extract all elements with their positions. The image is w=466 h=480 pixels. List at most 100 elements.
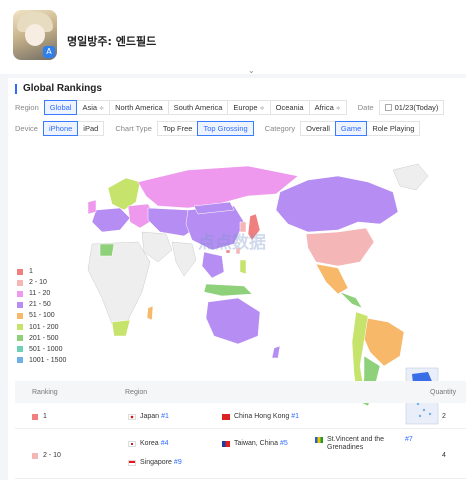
date-picker[interactable]: 01/23(Today) [378,100,445,115]
map-mexico[interactable] [315,263,349,295]
region-option-asia[interactable]: Asia ≑ [76,100,111,115]
caret-icon: ≑ [335,106,341,112]
map-philippines[interactable] [239,259,247,275]
column-header-quantity: Quantity [430,389,457,396]
region-name: Taiwan, China [234,440,278,447]
app-icon-face [25,24,45,46]
rank-value: 1 [43,413,47,420]
map-africa[interactable] [87,241,151,325]
watermark: 点点数据 [198,233,266,253]
map-usa[interactable] [305,227,375,267]
korea-flag-icon [128,440,136,447]
japan-flag-icon [128,413,136,420]
taiwan-flag-icon [222,440,230,447]
legend-label: 51 - 100 [29,312,55,320]
map-madagascar[interactable] [146,305,154,321]
map-west-europe[interactable] [91,207,131,233]
region-entry[interactable]: Korea #4 [128,440,168,447]
device-option-ipad[interactable]: iPad [77,121,105,136]
app-name: 명일방주: 엔드필드 [67,35,157,48]
map-greenland[interactable] [392,163,429,191]
legend-label: 11 - 20 [29,290,51,298]
legend-item[interactable]: 2 - 10 [17,277,66,288]
table-row: 2 - 10 Korea #4 Taiwan, China #5 St.Vinc… [15,431,466,479]
app-icon[interactable]: A [13,10,57,60]
map-central-america[interactable] [339,291,363,309]
map-australia[interactable] [205,297,261,345]
legend-swatch [17,312,23,319]
rank-cell: 1 [32,413,47,420]
legend-label: 101 - 200 [29,323,59,331]
legend-swatch [17,301,23,308]
quantity-cell: 4 [442,452,446,459]
rank-swatch [32,452,38,459]
map-new-zealand[interactable] [271,345,281,359]
map-canada[interactable] [275,175,399,233]
region-option-europe[interactable]: Europe ≑ [227,100,271,115]
region-entry[interactable]: Singapore #9 [128,459,182,466]
category-game[interactable]: Game [334,121,368,136]
device-filter-row: Device iPhone iPad Chart Type Top Free T… [15,121,421,136]
legend-swatch [17,324,23,331]
region-option-oceania[interactable]: Oceania [269,100,310,115]
legend-label: 21 - 50 [29,301,51,309]
legend-item[interactable]: 21 - 50 [17,299,66,310]
app-store-badge-icon: A [43,46,55,58]
region-rank-link[interactable]: #1 [291,413,299,420]
legend-item[interactable]: 51 - 100 [17,310,66,321]
legend-label: 201 - 500 [29,334,59,342]
map-north-africa-1[interactable] [99,243,115,257]
legend-item[interactable]: 101 - 200 [17,321,66,332]
chevron-double-down-icon[interactable]: ⌄ [248,66,255,75]
map-uk[interactable] [87,199,97,215]
region-option-south-america[interactable]: South America [167,100,229,115]
legend-item[interactable]: 201 - 500 [17,333,66,344]
region-rank-link[interactable]: #9 [174,459,182,466]
legend-label: 2 - 10 [29,279,47,287]
quantity-cell: 2 [442,413,446,420]
legend-swatch [17,290,23,297]
map-south-africa[interactable] [111,319,131,337]
region-rank-link[interactable]: #4 [161,440,169,447]
date-label: Date [357,103,374,112]
map-russia[interactable] [137,165,299,209]
region-entry[interactable]: China Hong Kong #1 [222,413,299,420]
app-header: A 명일방주: 엔드필드 ⌄ [0,0,466,75]
legend-swatch [17,357,23,364]
legend-item[interactable]: 11 - 20 [17,288,66,299]
region-name: St.Vincent and the Grenadines [327,436,385,451]
chart-type-top-grossing[interactable]: Top Grossing [197,121,254,136]
table-row: 1 Japan #1 China Hong Kong #1 2 [15,403,466,429]
hong-kong-flag-icon [222,413,230,420]
legend-item[interactable]: 501 - 1000 [17,344,66,355]
rank-cell: 2 - 10 [32,452,61,459]
legend-label: 1 [29,268,33,276]
legend-label: 501 - 1000 [29,345,63,353]
region-entry[interactable]: Japan #1 [128,413,169,420]
region-entry[interactable]: Taiwan, China #5 [222,440,288,447]
category-overall[interactable]: Overall [300,121,336,136]
chart-type-top-free[interactable]: Top Free [156,121,199,136]
map-indonesia[interactable] [203,283,253,297]
region-entry[interactable]: St.Vincent and the Grenadines #7 [315,436,425,452]
region-filter-row: Region Global Asia ≑ North America South … [15,100,445,115]
rankings-table: Ranking Region Quantity 1 Japan #1 China… [15,381,466,479]
device-option-iphone[interactable]: iPhone [42,121,79,136]
legend-item[interactable]: 1 [17,266,66,277]
region-option-north-america[interactable]: North America [109,100,169,115]
date-value: 01/23(Today) [394,103,439,112]
legend-item[interactable]: 1001 - 1500 [17,355,66,366]
legend-label: 1001 - 1500 [29,356,67,364]
region-rank-link[interactable]: #1 [161,413,169,420]
rank-value: 2 - 10 [43,452,61,459]
map-india[interactable] [171,241,197,277]
st-vincent-flag-icon [315,437,323,443]
map-southeast-asia[interactable] [201,251,225,279]
region-rank-link[interactable]: #5 [280,440,288,447]
column-header-region: Region [125,389,148,396]
region-option-africa[interactable]: Africa ≑ [308,100,347,115]
category-role-playing[interactable]: Role Playing [366,121,421,136]
region-rank-link[interactable]: #7 [405,436,413,443]
region-option-global[interactable]: Global [43,100,78,115]
legend-swatch [17,279,23,286]
